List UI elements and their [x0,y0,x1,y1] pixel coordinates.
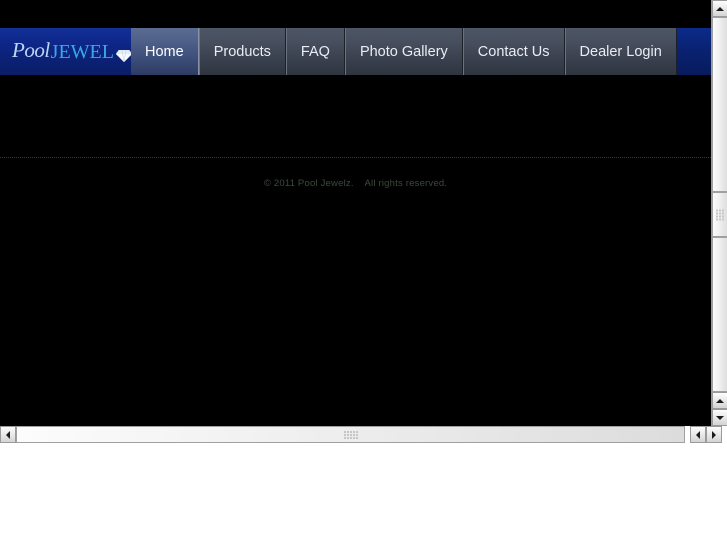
nav-item-home[interactable]: Home [131,28,199,75]
vertical-scroll-thumb-upper[interactable] [712,17,727,192]
nav-item-label: Home [145,43,184,60]
vertical-scroll-thumb[interactable] [712,192,727,237]
scroll-left-button-secondary[interactable] [690,426,706,443]
arrow-left-icon [696,430,700,439]
diamond-icon [115,49,131,63]
scroll-up-button[interactable] [712,0,727,17]
arrow-up-icon [716,398,724,403]
logo-word-pool: Pool [12,37,50,62]
browser-viewport: Pool JEWEL Home Products FAQ Photo Galle… [0,0,727,545]
page-top-margin [0,0,711,28]
grip-dots-icon [343,430,358,439]
logo-word-jewel: JEWEL [50,41,114,63]
nav-item-dealer-login[interactable]: Dealer Login [564,28,677,75]
nav-item-photo-gallery[interactable]: Photo Gallery [344,28,463,75]
horizontal-scrollbar[interactable] [0,426,727,443]
vertical-scrollbar[interactable] [711,0,727,426]
arrow-up-icon [716,6,724,11]
scroll-left-button[interactable] [0,426,16,443]
page-content: Pool JEWEL Home Products FAQ Photo Galle… [0,0,711,426]
nav-item-label: Photo Gallery [359,43,448,60]
nav-item-label: Products [213,43,271,60]
window-outer-area [0,443,727,545]
arrow-left-icon [6,430,10,439]
horizontal-scroll-thumb[interactable] [16,426,685,443]
arrow-down-icon [716,415,724,420]
site-header: Pool JEWEL Home Products FAQ Photo Galle… [0,28,711,75]
copyright-text: © 2011 Pool Jewelz. All rights reserved. [263,178,448,189]
footer-divider [0,157,711,159]
nav-item-contact-us[interactable]: Contact Us [462,28,565,75]
grip-dots-icon [716,209,724,220]
scroll-right-button[interactable] [706,426,722,443]
main-navigation: Home Products FAQ Photo Gallery Contact … [131,28,677,75]
site-logo[interactable]: Pool JEWEL [12,36,131,66]
nav-item-label: Dealer Login [579,43,662,60]
scroll-up-button-secondary[interactable] [712,392,727,409]
scroll-down-button[interactable] [712,409,727,426]
nav-item-faq[interactable]: FAQ [285,28,345,75]
arrow-right-icon [712,430,716,439]
nav-item-label: FAQ [300,43,330,60]
page-body: © 2011 Pool Jewelz. All rights reserved. [0,75,711,426]
nav-item-products[interactable]: Products [198,28,286,75]
logo-block[interactable]: Pool JEWEL [0,28,131,75]
vertical-scroll-thumb-lower[interactable] [712,237,727,392]
site-footer: © 2011 Pool Jewelz. All rights reserved. [0,173,711,191]
nav-item-label: Contact Us [477,43,550,60]
